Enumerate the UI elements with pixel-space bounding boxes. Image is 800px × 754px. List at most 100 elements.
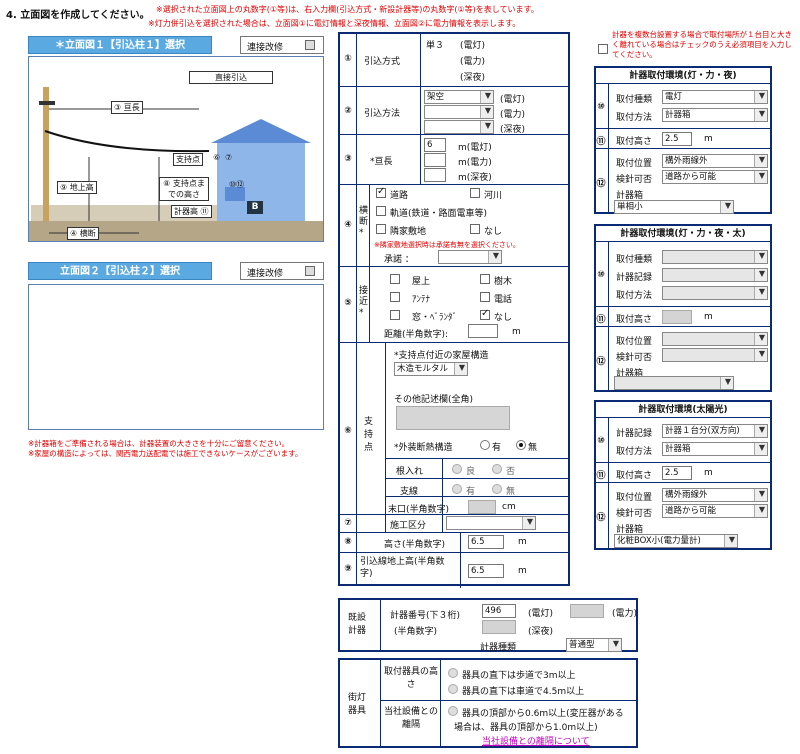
row3-input-2[interactable]: [424, 153, 446, 167]
row3-label: *亘長: [370, 157, 393, 167]
panel3-box-select[interactable]: 化粧BOX小(電力量計) ▼: [614, 534, 738, 548]
row6-shisen-yes-radio[interactable]: [452, 484, 462, 494]
row6-suekuchi-input[interactable]: [468, 500, 496, 514]
row2-select-1[interactable]: 架空 ▼: [424, 90, 494, 104]
row9-input[interactable]: 6.5: [468, 564, 504, 578]
elevation-2-button[interactable]: 立面図２【引込柱２】選択: [28, 262, 212, 280]
panel3-height-input[interactable]: 2.5: [662, 466, 692, 480]
diagram-ground-label: ⑨ 地上高: [57, 181, 97, 194]
row2-suffix-2: (電力): [500, 110, 526, 120]
row4-check-neighbor[interactable]: [376, 224, 386, 234]
elevation-1-option-checkbox[interactable]: [305, 40, 315, 50]
existing-number-label: 計器番号(下３桁): [390, 611, 461, 621]
row3-input-1[interactable]: 6: [424, 138, 446, 152]
section-title: 4. 立面図を作成してください。: [6, 10, 150, 21]
row5-check-roof[interactable]: [390, 274, 400, 284]
row6-outer-yes-radio[interactable]: [480, 440, 490, 450]
panel3-height-label: 取付高さ: [616, 471, 653, 481]
row4-check-road[interactable]: [376, 186, 386, 198]
row1-suffix-1: (電灯): [460, 41, 486, 51]
existing-type-select[interactable]: 普通型 ▼: [566, 638, 622, 652]
panel1-position-select[interactable]: 構外雨線外 ▼: [662, 154, 768, 168]
row6-other-label: その他記述欄(全角): [394, 395, 474, 405]
panel1-height-input[interactable]: 2.5: [662, 132, 692, 146]
elevation-1-option: 連接改修: [240, 36, 324, 54]
row6-other-textarea[interactable]: [396, 406, 510, 430]
row6-shisen-no-radio[interactable]: [492, 484, 502, 494]
row4-road-label: 道路: [390, 191, 409, 201]
row5-distance-input[interactable]: [468, 324, 498, 338]
panel3-num-10: ⑩: [597, 436, 605, 446]
diagram-b-label: B: [247, 201, 263, 214]
row8-input[interactable]: 6.5: [468, 535, 504, 549]
row3-num: ③: [344, 154, 352, 164]
row5-none-label: なし: [494, 313, 513, 323]
street-height-radio-1[interactable]: [448, 668, 458, 678]
row4-num: ④: [344, 220, 352, 230]
row5-antenna-label: ｱﾝﾃﾅ: [412, 295, 431, 305]
row7-select[interactable]: ▼: [446, 516, 536, 530]
panel2-check-select[interactable]: ▼: [662, 348, 768, 362]
row4-check-rail[interactable]: [376, 206, 386, 216]
existing-input-power[interactable]: [570, 604, 604, 618]
row3-input-3[interactable]: [424, 168, 446, 182]
row2-suffix-1: (電灯): [500, 95, 526, 105]
note-top-1: ※選択された立面図上の丸数字(①等)は、右入力欄(引込方式・新設計器等)の丸数字…: [156, 5, 539, 14]
street-height-radio-2[interactable]: [448, 684, 458, 694]
existing-input-night[interactable]: [482, 620, 516, 634]
diagram-num-6: ⑥: [213, 153, 221, 162]
panel3-check-select[interactable]: 道路から可能 ▼: [662, 504, 768, 518]
existing-suffix-light: (電灯): [528, 609, 554, 619]
row6-structure-select[interactable]: 木造モルタル ▼: [394, 362, 468, 376]
meter-env-panel-2: 計器取付環境(灯・力・夜・太) ⑩ 取付種類 ▼ 計器記録 ▼ 取付方法 ▼ ⑪…: [594, 224, 772, 392]
row5-distance-label: 距離(半角数字):: [384, 330, 449, 340]
street-distance-radio[interactable]: [448, 706, 458, 716]
row6-nejire-good-radio[interactable]: [452, 464, 462, 474]
panel2-type-select[interactable]: ▼: [662, 250, 768, 264]
elevation-1-button[interactable]: ＊立面図１【引込柱１】選択: [28, 36, 212, 54]
panel2-record-select[interactable]: ▼: [662, 268, 768, 282]
row6-nejire-bad-radio[interactable]: [492, 464, 502, 474]
row5-check-none[interactable]: [480, 308, 490, 320]
street-distance-link[interactable]: 当社設備との離隔について: [482, 734, 590, 747]
panel3-position-select[interactable]: 構外雨線外 ▼: [662, 488, 768, 502]
panel1-title: 計器取付環境(灯・力・夜): [596, 68, 770, 84]
panel1-type-select[interactable]: 電灯 ▼: [662, 90, 768, 104]
panel1-method-select[interactable]: 計器箱 ▼: [662, 108, 768, 122]
street-height-opt-2: 器具の直下は車道で4.5m以上: [462, 687, 585, 697]
diagram-support-height-label: ⑧ 支持点までの高さ: [159, 177, 209, 201]
panel2-method-select[interactable]: ▼: [662, 286, 768, 300]
panel1-box-select[interactable]: 単相小 ▼: [614, 200, 734, 214]
row2-select-3[interactable]: ▼: [424, 120, 494, 134]
row6-suekuchi-label: 末口(半角数字): [388, 505, 450, 515]
multi-meter-checkbox[interactable]: [598, 44, 608, 54]
panel3-method-select[interactable]: 計器箱 ▼: [662, 442, 768, 456]
row6-outer-no-radio[interactable]: [516, 440, 526, 450]
panel1-check-select[interactable]: 道路から可能 ▼: [662, 170, 768, 184]
panel2-box-select[interactable]: ▼: [614, 376, 734, 390]
elevation-2-option-label: 連接改修: [247, 269, 284, 279]
elevation-diagram: 直接引込 ③ 亘長 支持点 ⑥ ⑦ ⑨ 地上高 ⑧ 支持点までの高さ ⑩⑫ 計器…: [28, 56, 324, 242]
panel2-num-10: ⑩: [597, 270, 605, 280]
row5-check-window[interactable]: [390, 310, 400, 320]
row6-num: ⑥: [344, 426, 352, 436]
panel3-record-select[interactable]: 計器１台分(双方向) ▼: [662, 424, 768, 438]
row4-check-none[interactable]: [470, 224, 480, 234]
panel2-height-input[interactable]: [662, 310, 692, 324]
row2-select-2[interactable]: ▼: [424, 105, 494, 119]
elevation-2-option-checkbox[interactable]: [305, 266, 315, 276]
row5-check-phone[interactable]: [480, 292, 490, 302]
street-distance-opt-1: 器具の頂部から0.6m以上(変圧器がある: [462, 709, 624, 719]
panel2-position-select[interactable]: ▼: [662, 332, 768, 346]
elevation-2-canvas: [28, 284, 324, 430]
diagram-span-label: ③ 亘長: [111, 101, 143, 114]
row5-check-tree[interactable]: [480, 274, 490, 284]
panel3-num-11: ⑪: [596, 471, 606, 481]
row2-suffix-3: (深夜): [500, 125, 526, 135]
panel1-height-unit: m: [704, 134, 713, 144]
row4-approval-select[interactable]: ▼: [438, 250, 502, 264]
existing-input-light[interactable]: 496: [482, 604, 516, 618]
panel2-type-label: 取付種類: [616, 255, 653, 265]
row5-check-antenna[interactable]: [390, 292, 400, 302]
row4-check-river[interactable]: [470, 188, 480, 198]
